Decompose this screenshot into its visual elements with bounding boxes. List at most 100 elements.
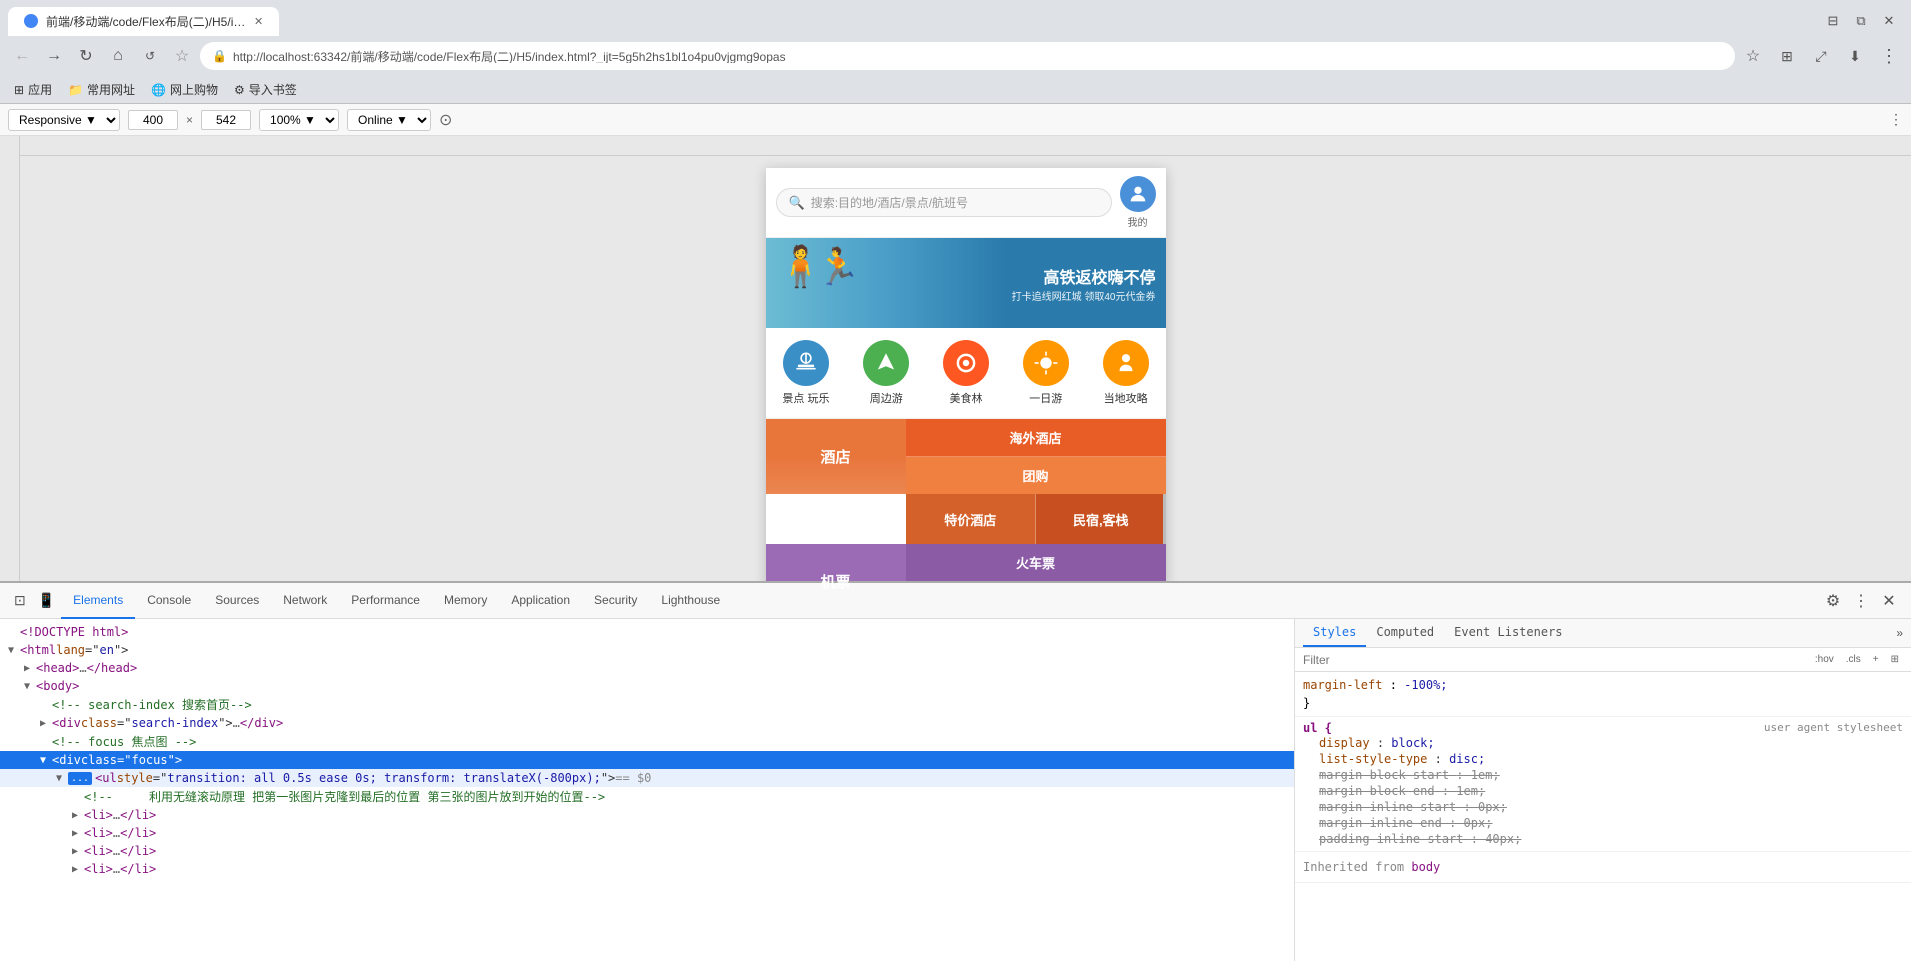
nav-icon-attractions[interactable]: 景点 玩乐 bbox=[782, 340, 829, 406]
grid-cheap-hotel[interactable]: 特价酒店 bbox=[906, 494, 1037, 544]
bookmark-common-sites[interactable]: 📁 常用网址 bbox=[62, 79, 141, 100]
styles-tab-computed[interactable]: Computed bbox=[1366, 619, 1444, 647]
html-line-doctype[interactable]: <!DOCTYPE html> bbox=[0, 623, 1294, 641]
tab-lighthouse[interactable]: Lighthouse bbox=[649, 583, 732, 619]
zoom-button[interactable]: ⤢ bbox=[1807, 42, 1835, 70]
minimize-button[interactable]: ⊟ bbox=[1819, 7, 1847, 35]
close-window-button[interactable]: ✕ bbox=[1875, 7, 1903, 35]
li1-tag: <li> bbox=[84, 808, 113, 822]
bookmark-apps[interactable]: ⊞ 应用 bbox=[8, 79, 58, 100]
devtools-close-button[interactable]: ✕ bbox=[1875, 587, 1903, 615]
html-line-comment1[interactable]: <!-- search-index 搜索首页--> bbox=[0, 695, 1294, 714]
css-prop-list-style-type: list-style-type : disc; bbox=[1303, 751, 1903, 767]
devtools-more-options-button[interactable]: ⋮ bbox=[1847, 587, 1875, 615]
arrow-focus[interactable] bbox=[40, 755, 52, 766]
html-line-ul[interactable]: ... <ul style="transition: all 0.5s ease… bbox=[0, 769, 1294, 787]
html-line-li1[interactable]: <li>…</li> bbox=[0, 806, 1294, 824]
viewport-height-input[interactable] bbox=[201, 110, 251, 130]
menu-button[interactable]: ⋮ bbox=[1875, 42, 1903, 70]
viewport-toolbar: Responsive ▼ × 100% ▼ Online ▼ ⊙ ⋮ bbox=[0, 104, 1911, 136]
nav-icon-food[interactable]: 美食林 bbox=[943, 340, 989, 406]
bookmark-import[interactable]: ⚙ 导入书签 bbox=[228, 79, 303, 100]
comment3: <!-- 利用无缝滚动原理 把第一张图片克隆到最后的位置 第三张的图片放到开始的… bbox=[84, 788, 605, 805]
rotate-button[interactable]: ⊙ bbox=[439, 110, 452, 130]
arrow-head[interactable] bbox=[24, 663, 36, 674]
html-line-body[interactable]: <body> bbox=[0, 677, 1294, 695]
arrow-li2[interactable] bbox=[72, 828, 84, 839]
arrow-search[interactable] bbox=[40, 718, 52, 729]
url-input[interactable] bbox=[233, 49, 1723, 63]
import-label: 导入书签 bbox=[249, 81, 297, 98]
online-select[interactable]: Online ▼ bbox=[347, 109, 431, 131]
bookmark-icon-button[interactable]: ☆ bbox=[1739, 42, 1767, 70]
forward-button[interactable]: → bbox=[40, 42, 68, 70]
common-sites-label: 常用网址 bbox=[87, 81, 135, 98]
back-history-button[interactable]: ↺ bbox=[136, 42, 164, 70]
styles-tab-styles[interactable]: Styles bbox=[1303, 619, 1366, 647]
restore-button[interactable]: ⧉ bbox=[1847, 7, 1875, 35]
html-line-li3[interactable]: <li>…</li> bbox=[0, 842, 1294, 860]
grid-train[interactable]: 火车票 bbox=[906, 544, 1166, 582]
html-line-html[interactable]: <html lang="en"> bbox=[0, 641, 1294, 659]
grid-group-buy[interactable]: 团购 bbox=[906, 457, 1166, 494]
arrow-html[interactable] bbox=[8, 645, 20, 656]
styles-layout-button[interactable]: ⊞ bbox=[1887, 652, 1903, 667]
ruler-horizontal bbox=[0, 136, 1911, 156]
tab-performance[interactable]: Performance bbox=[339, 583, 432, 619]
tab-security[interactable]: Security bbox=[582, 583, 649, 619]
viewport-width-input[interactable] bbox=[128, 110, 178, 130]
tab-elements[interactable]: Elements bbox=[61, 583, 135, 619]
search-box[interactable]: 🔍 搜索:目的地/酒店/景点/航班号 bbox=[776, 188, 1112, 217]
arrow-li4[interactable] bbox=[72, 864, 84, 875]
zoom-select[interactable]: 100% ▼ bbox=[259, 109, 339, 131]
tab-network[interactable]: Network bbox=[271, 583, 339, 619]
devtools-device-button[interactable]: 📱 bbox=[32, 592, 61, 609]
nav-icon-guide[interactable]: 当地攻略 bbox=[1103, 340, 1149, 406]
devtools-more-button[interactable]: ⋮ bbox=[1889, 111, 1903, 128]
responsive-select[interactable]: Responsive ▼ bbox=[8, 109, 120, 131]
html-line-li4[interactable]: <li>…</li> bbox=[0, 860, 1294, 878]
html-line-head[interactable]: <head>…</head> bbox=[0, 659, 1294, 677]
bookmark-star-button[interactable]: ☆ bbox=[168, 42, 196, 70]
banner-sub: 打卡追线网红城 领取40元代金券 bbox=[1012, 288, 1156, 303]
nav-icon-daytrip-label: 一日游 bbox=[1029, 390, 1062, 406]
tab-console[interactable]: Console bbox=[135, 583, 203, 619]
browser-tab[interactable]: 前端/移动端/code/Flex布局(二)/H5/index.html ✕ bbox=[8, 7, 279, 36]
html-line-focus-div[interactable]: <div class="focus"> bbox=[0, 751, 1294, 769]
arrow-ul[interactable] bbox=[56, 773, 68, 784]
ul-tag: <ul bbox=[95, 771, 117, 785]
nav-icon-daytrip[interactable]: 一日游 bbox=[1023, 340, 1069, 406]
styles-filter-input[interactable] bbox=[1303, 653, 1807, 667]
html-line-search-div[interactable]: <div class="search-index"> … </div> bbox=[0, 714, 1294, 732]
extension-icon[interactable]: ⊞ bbox=[1773, 42, 1801, 70]
devtools-settings-button[interactable]: ⚙ bbox=[1819, 587, 1847, 615]
home-button[interactable]: ⌂ bbox=[104, 42, 132, 70]
html-line-li2[interactable]: <li>…</li> bbox=[0, 824, 1294, 842]
arrow-li1[interactable] bbox=[72, 810, 84, 821]
bookmark-shopping[interactable]: 🌐 网上购物 bbox=[145, 79, 224, 100]
grid-overseas-hotel[interactable]: 海外酒店 bbox=[906, 419, 1166, 457]
nav-icon-nearby[interactable]: 周边游 bbox=[863, 340, 909, 406]
user-profile[interactable]: 我的 bbox=[1120, 176, 1156, 229]
html-line-comment3[interactable]: <!-- 利用无缝滚动原理 把第一张图片克隆到最后的位置 第三张的图片放到开始的… bbox=[0, 787, 1294, 806]
tab-memory[interactable]: Memory bbox=[432, 583, 499, 619]
styles-add-button[interactable]: + bbox=[1869, 652, 1883, 667]
tab-application[interactable]: Application bbox=[499, 583, 582, 619]
html-line-comment2[interactable]: <!-- focus 焦点图 --> bbox=[0, 732, 1294, 751]
arrow-li3[interactable] bbox=[72, 846, 84, 857]
styles-tab-event-listeners[interactable]: Event Listeners bbox=[1444, 619, 1572, 647]
nearby-icon bbox=[863, 340, 909, 386]
tab-sources[interactable]: Sources bbox=[203, 583, 271, 619]
arrow-body[interactable] bbox=[24, 681, 36, 692]
styles-more-button[interactable]: » bbox=[1896, 626, 1903, 640]
css-selector-ul[interactable]: ul { bbox=[1303, 721, 1332, 735]
grid-main-hotel[interactable]: 酒店 bbox=[766, 419, 906, 494]
tab-close-button[interactable]: ✕ bbox=[254, 15, 263, 28]
styles-cls-button[interactable]: .cls bbox=[1842, 652, 1865, 667]
devtools-inspect-button[interactable]: ⊡ bbox=[8, 592, 32, 609]
download-button[interactable]: ⬇ bbox=[1841, 42, 1869, 70]
back-button[interactable]: ← bbox=[8, 42, 36, 70]
reload-button[interactable]: ↻ bbox=[72, 42, 100, 70]
styles-hov-button[interactable]: :hov bbox=[1811, 652, 1838, 667]
grid-homestay[interactable]: 民宿,客栈 bbox=[1036, 494, 1166, 544]
